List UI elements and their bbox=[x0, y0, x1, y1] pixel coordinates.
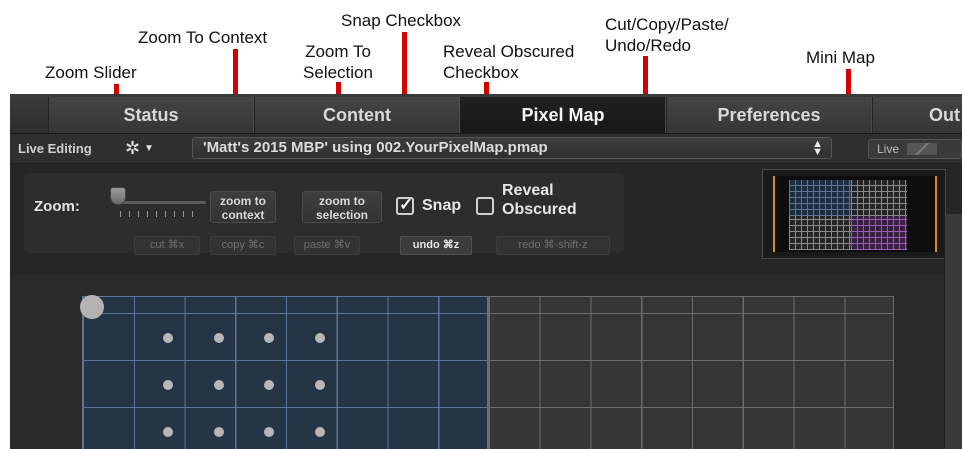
paste-button[interactable]: paste ⌘v bbox=[294, 236, 360, 255]
cut-button[interactable]: cut ⌘x bbox=[134, 236, 200, 255]
pixel-map-select-value: 'Matt's 2015 MBP' using 002.YourPixelMap… bbox=[203, 139, 548, 156]
select-arrows-icon: ▲ ▼ bbox=[812, 138, 823, 158]
toolbar-area: Zoom: zoom to context zoom to selection … bbox=[10, 165, 962, 275]
pixel-grid[interactable] bbox=[488, 296, 894, 449]
annotation-zoom-to-selection: Zoom To Selection bbox=[298, 41, 378, 83]
mini-map-region-purple bbox=[851, 216, 907, 250]
mini-map-viewport[interactable] bbox=[773, 176, 937, 252]
live-label: Live bbox=[877, 142, 900, 156]
mini-map[interactable] bbox=[762, 169, 946, 259]
gear-icon[interactable]: ✲ bbox=[125, 138, 140, 159]
mini-map-region-gray bbox=[789, 216, 851, 250]
pixel-dot[interactable] bbox=[214, 427, 224, 437]
zoom-label: Zoom: bbox=[34, 198, 80, 215]
pixel-dot[interactable] bbox=[315, 333, 325, 343]
pixel-dot[interactable] bbox=[264, 333, 274, 343]
annotation-ccp-line2: Undo/Redo bbox=[605, 36, 692, 55]
zoom-to-selection-line2: selection bbox=[315, 208, 369, 222]
undo-button[interactable]: undo ⌘z bbox=[400, 236, 472, 255]
zoom-to-context-line2: context bbox=[221, 208, 265, 222]
chevron-down-icon[interactable]: ▼ bbox=[144, 143, 154, 154]
annotation-zoom-to-selection-line1: Zoom To bbox=[305, 42, 371, 61]
pixel-dot[interactable] bbox=[163, 333, 173, 343]
annotation-zoom-to-context: Zoom To Context bbox=[138, 28, 268, 47]
annotation-reveal-line2: Checkbox bbox=[443, 63, 519, 82]
checkmark-icon: ✓ bbox=[399, 195, 414, 214]
live-editing-row: Live Editing ✲ ▼ 'Matt's 2015 MBP' using… bbox=[10, 134, 962, 164]
pixel-dot[interactable] bbox=[264, 427, 274, 437]
tab-bar: Status Content Pixel Map Preferences Out bbox=[10, 94, 962, 134]
pixel-dot[interactable] bbox=[163, 380, 173, 390]
live-preview-swatch bbox=[907, 143, 937, 155]
annotation-zoom-to-selection-line2: Selection bbox=[303, 63, 373, 82]
pixel-map-canvas[interactable] bbox=[10, 275, 944, 449]
toolbar: Zoom: zoom to context zoom to selection … bbox=[24, 173, 624, 255]
annotation-zoom-slider: Zoom Slider bbox=[45, 63, 137, 82]
tab-preferences[interactable]: Preferences bbox=[666, 97, 872, 133]
zoom-to-context-line1: zoom to bbox=[220, 194, 266, 208]
zoom-slider-track[interactable] bbox=[116, 201, 206, 204]
redo-button[interactable]: redo ⌘-shift-z bbox=[496, 236, 610, 255]
snap-label: Snap bbox=[422, 197, 462, 214]
zoom-to-selection-button[interactable]: zoom to selection bbox=[302, 191, 382, 223]
annotation-mini-map: Mini Map bbox=[806, 48, 875, 67]
zoom-to-selection-line1: zoom to bbox=[319, 194, 365, 208]
copy-button[interactable]: copy ⌘c bbox=[210, 236, 276, 255]
pixel-map-select[interactable]: 'Matt's 2015 MBP' using 002.YourPixelMap… bbox=[192, 137, 832, 159]
annotation-reveal-obscured: Reveal Obscured Checkbox bbox=[443, 41, 574, 83]
pixel-dot[interactable] bbox=[214, 380, 224, 390]
tab-output[interactable]: Out bbox=[872, 97, 962, 133]
pixel-dot[interactable] bbox=[315, 427, 325, 437]
annotation-snap-checkbox: Snap Checkbox bbox=[341, 11, 462, 30]
reveal-obscured-line1: Reveal bbox=[502, 182, 554, 199]
mini-map-region-blue bbox=[789, 180, 851, 216]
pixel-grid-selected[interactable] bbox=[82, 296, 488, 449]
annotation-reveal-line1: Reveal Obscured bbox=[443, 42, 575, 61]
mini-map-region-gray-right bbox=[851, 180, 907, 216]
tab-pixel-map[interactable]: Pixel Map bbox=[460, 97, 666, 133]
tab-status[interactable]: Status bbox=[48, 97, 254, 133]
live-button[interactable]: Live bbox=[868, 139, 962, 159]
vertical-scrollbar[interactable] bbox=[944, 214, 962, 449]
zoom-slider-ticks bbox=[120, 211, 200, 217]
pixel-dot[interactable] bbox=[264, 380, 274, 390]
pixel-dot[interactable] bbox=[214, 333, 224, 343]
tab-content[interactable]: Content bbox=[254, 97, 460, 133]
pixel-dot[interactable] bbox=[163, 427, 173, 437]
zoom-to-context-button[interactable]: zoom to context bbox=[210, 191, 276, 223]
pixel-dot[interactable] bbox=[315, 380, 325, 390]
reveal-obscured-checkbox[interactable] bbox=[476, 197, 494, 215]
zoom-slider-handle[interactable] bbox=[110, 187, 126, 205]
annotation-cut-copy-paste: Cut/Copy/Paste/ Undo/Redo bbox=[605, 14, 729, 56]
origin-marker[interactable] bbox=[80, 295, 104, 319]
reveal-obscured-line2: Obscured bbox=[502, 201, 577, 218]
reveal-obscured-label: Reveal Obscured bbox=[502, 181, 577, 219]
app-window: Status Content Pixel Map Preferences Out… bbox=[10, 94, 962, 449]
live-editing-label: Live Editing bbox=[18, 141, 92, 156]
snap-checkbox[interactable]: ✓ bbox=[396, 195, 414, 215]
annotation-ccp-line1: Cut/Copy/Paste/ bbox=[605, 15, 729, 34]
